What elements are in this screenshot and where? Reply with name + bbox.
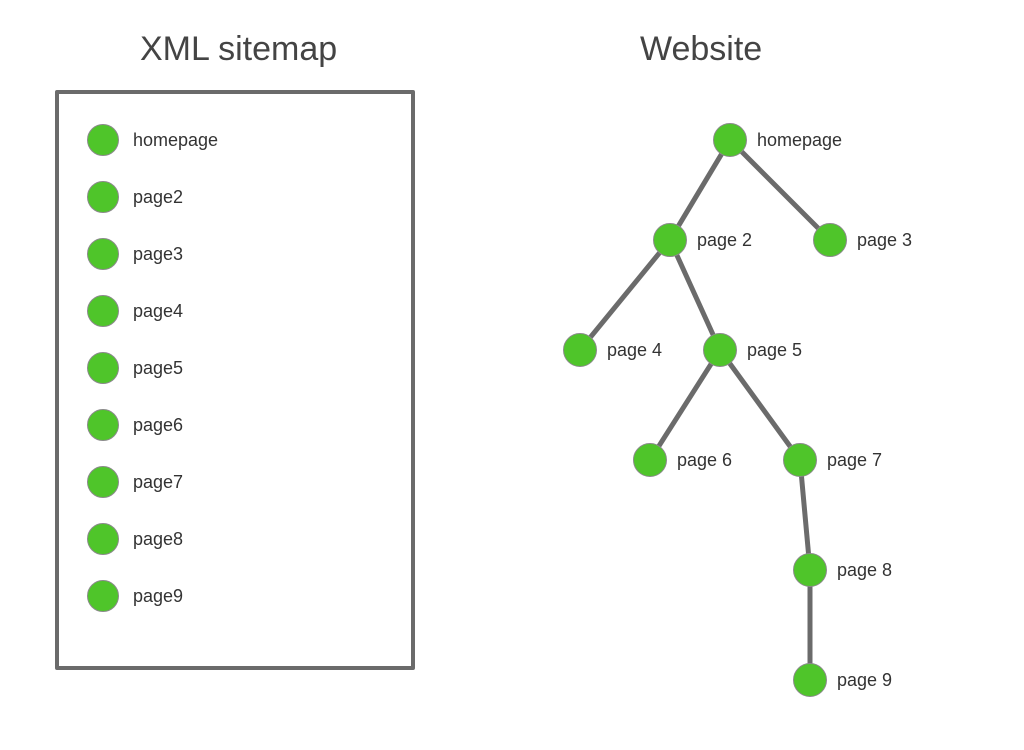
sitemap-box: homepage page2 page3 page4 page5 page6 p… [55, 90, 415, 670]
list-item-label: page3 [133, 244, 183, 265]
tree-node-label: page 6 [677, 450, 732, 471]
tree-node-label: page 7 [827, 450, 882, 471]
node-icon [87, 124, 119, 156]
list-item: page4 [87, 295, 391, 327]
list-item-label: page2 [133, 187, 183, 208]
tree-edge [591, 253, 659, 337]
list-item-label: page4 [133, 301, 183, 322]
list-item-label: homepage [133, 130, 218, 151]
tree-node-page3: page 3 [813, 223, 912, 257]
list-item: homepage [87, 124, 391, 156]
tree-node-page2: page 2 [653, 223, 752, 257]
list-item: page9 [87, 580, 391, 612]
node-icon [87, 352, 119, 384]
node-icon [713, 123, 747, 157]
tree-edge [802, 477, 809, 553]
tree-node-page9: page 9 [793, 663, 892, 697]
list-item: page3 [87, 238, 391, 270]
node-icon [87, 523, 119, 555]
tree-edge [742, 152, 818, 228]
website-tree: homepage page 2 page 3 page 4 page 5 page 6 pa… [500, 90, 1000, 730]
tree-node-page5: page 5 [703, 333, 802, 367]
tree-node-label: page 8 [837, 560, 892, 581]
node-icon [87, 295, 119, 327]
node-icon [813, 223, 847, 257]
node-icon [87, 409, 119, 441]
tree-edge [679, 155, 722, 226]
tree-node-page4: page 4 [563, 333, 662, 367]
node-icon [87, 580, 119, 612]
tree-node-label: page 2 [697, 230, 752, 251]
list-item-label: page9 [133, 586, 183, 607]
node-icon [793, 553, 827, 587]
list-item-label: page6 [133, 415, 183, 436]
tree-node-page8: page 8 [793, 553, 892, 587]
node-icon [563, 333, 597, 367]
node-icon [633, 443, 667, 477]
tree-node-label: page 4 [607, 340, 662, 361]
tree-edge [659, 364, 711, 445]
node-icon [783, 443, 817, 477]
node-icon [703, 333, 737, 367]
tree-node-label: page 5 [747, 340, 802, 361]
sitemap-list: homepage page2 page3 page4 page5 page6 p… [87, 124, 391, 612]
tree-edge [677, 255, 713, 334]
sitemap-heading: XML sitemap [140, 30, 337, 69]
list-item-label: page5 [133, 358, 183, 379]
tree-node-page7: page 7 [783, 443, 882, 477]
list-item: page6 [87, 409, 391, 441]
tree-node-label: homepage [757, 130, 842, 151]
node-icon [87, 466, 119, 498]
tree-node-page6: page 6 [633, 443, 732, 477]
list-item-label: page8 [133, 529, 183, 550]
tree-node-label: page 9 [837, 670, 892, 691]
list-item: page8 [87, 523, 391, 555]
list-item: page5 [87, 352, 391, 384]
node-icon [793, 663, 827, 697]
node-icon [653, 223, 687, 257]
tree-node-homepage: homepage [713, 123, 842, 157]
tree-node-label: page 3 [857, 230, 912, 251]
list-item-label: page7 [133, 472, 183, 493]
node-icon [87, 181, 119, 213]
tree-edge [730, 364, 790, 447]
website-heading: Website [640, 30, 762, 69]
list-item: page2 [87, 181, 391, 213]
node-icon [87, 238, 119, 270]
list-item: page7 [87, 466, 391, 498]
tree-edges [500, 90, 1000, 730]
